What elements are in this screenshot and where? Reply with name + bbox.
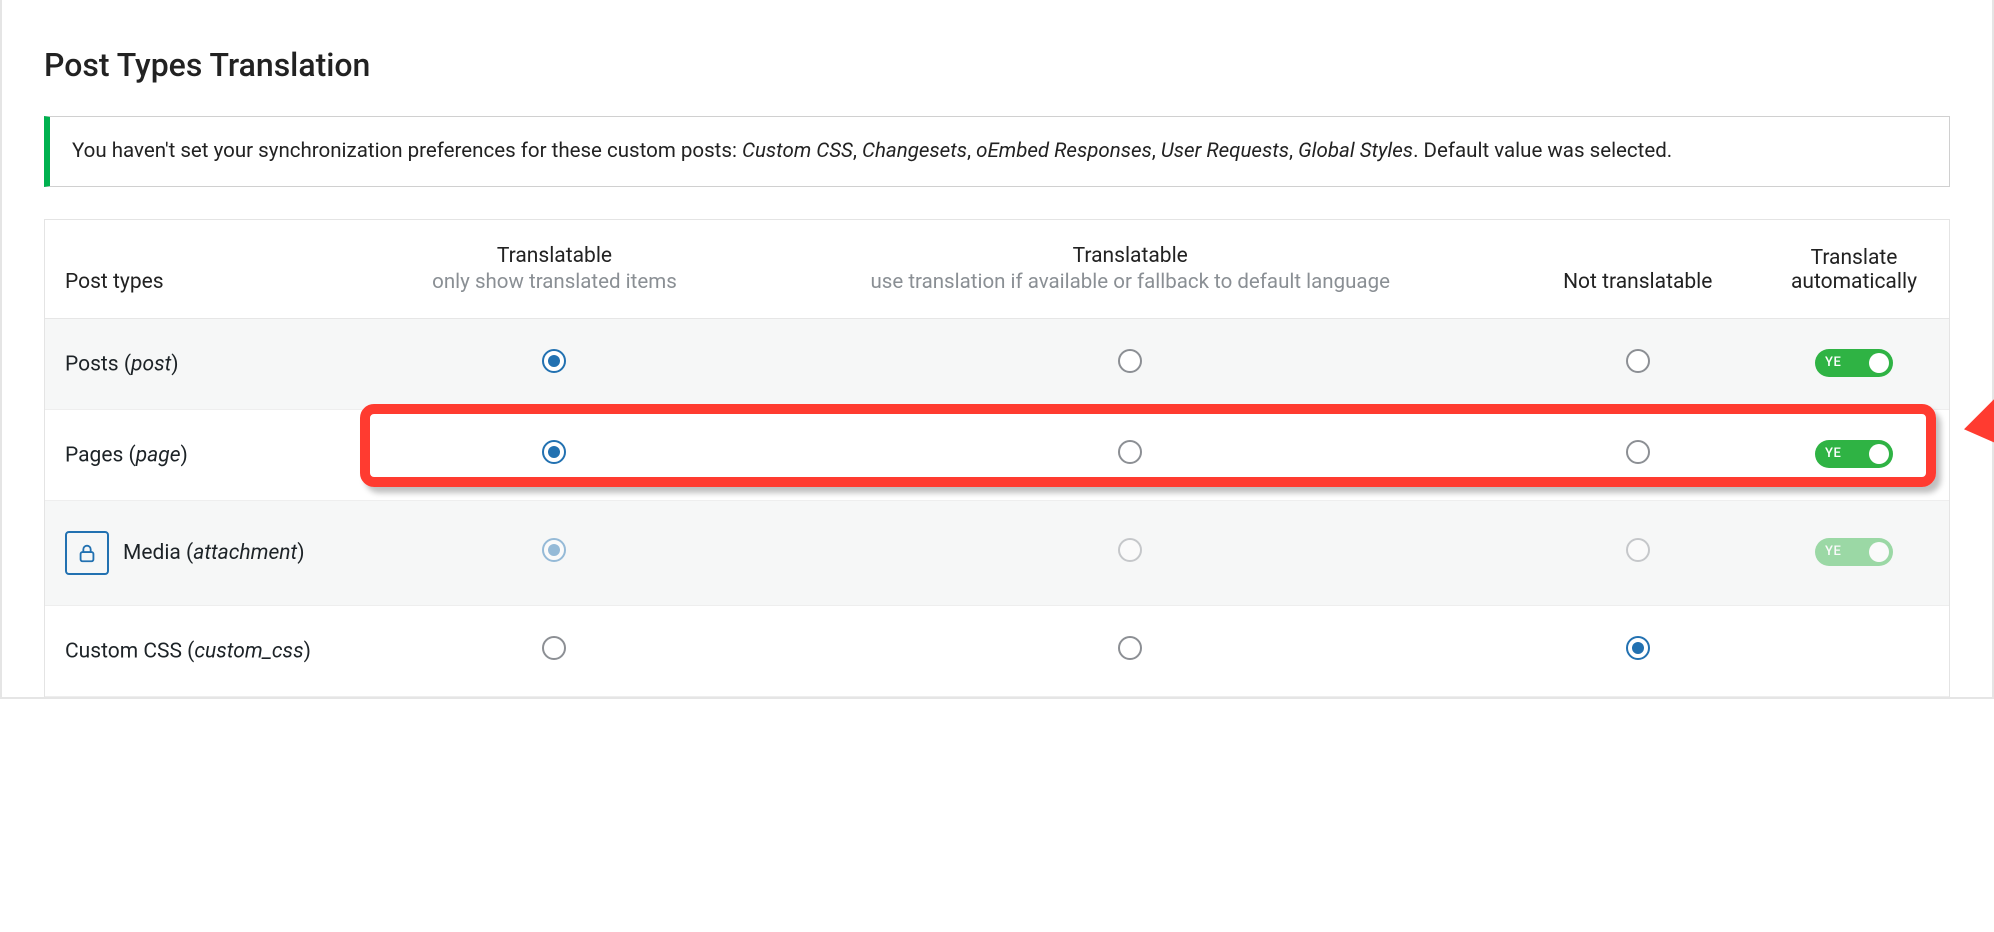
radio-cell [1517,605,1760,696]
translate-auto-toggle[interactable]: YE [1815,440,1893,468]
post-type-name-cell: Pages (page) [45,409,365,500]
radio-cell [744,500,1517,605]
toggle-knob [1869,444,1889,464]
radio-cell [1517,409,1760,500]
radio-cell [1517,318,1760,409]
notice-item: oEmbed Responses [976,139,1152,163]
radio-translatable-fallback [1118,538,1142,562]
radio-cell [365,605,744,696]
post-type-name-cell: Custom CSS (custom_css) [45,605,365,696]
table-row: Media (attachment) YE [45,500,1949,605]
radio-translatable-fallback[interactable] [1118,636,1142,660]
col-header-translatable-fallback: Translatable use translation if availabl… [744,220,1517,319]
radio-translatable-fallback[interactable] [1118,440,1142,464]
sync-preferences-notice: You haven't set your synchronization pre… [44,116,1950,187]
toggle-label: YE [1825,544,1841,559]
radio-translatable-only[interactable] [542,636,566,660]
radio-not-translatable[interactable] [1626,440,1650,464]
toggle-label: YE [1825,355,1841,370]
col-header-translatable-only: Translatable only show translated items [365,220,744,319]
toggle-cell [1759,605,1949,696]
col-header-post-types: Post types [45,220,365,319]
lock-icon[interactable] [65,531,109,575]
translate-auto-toggle: YE [1815,538,1893,566]
radio-not-translatable [1626,538,1650,562]
radio-translatable-only[interactable] [542,440,566,464]
radio-cell [744,318,1517,409]
notice-prefix: You haven't set your synchronization pre… [72,139,742,163]
post-type-label: Pages (page) [65,443,188,467]
radio-cell [365,409,744,500]
post-type-label: Custom CSS (custom_css) [65,639,311,663]
notice-suffix: . Default value was selected. [1413,139,1672,163]
toggle-label: YE [1825,446,1841,461]
post-type-label: Media (attachment) [123,541,305,565]
radio-not-translatable[interactable] [1626,636,1650,660]
radio-cell [744,605,1517,696]
radio-cell [1517,500,1760,605]
radio-cell [365,500,744,605]
toggle-cell: YE [1759,500,1949,605]
radio-not-translatable[interactable] [1626,349,1650,373]
radio-translatable-only [542,538,566,562]
radio-cell [744,409,1517,500]
col-header-translate-auto: Translate automatically [1759,220,1949,319]
notice-item: Global Styles [1298,139,1413,163]
table-row: Pages (page) YE [45,409,1949,500]
post-type-name-cell: Media (attachment) [45,500,365,605]
toggle-knob [1869,353,1889,373]
notice-item: Changesets [862,139,967,163]
post-type-label: Posts (post) [65,352,179,376]
post-types-table: Post types Translatable only show transl… [45,220,1949,697]
radio-cell [365,318,744,409]
table-row: Custom CSS (custom_css) [45,605,1949,696]
notice-item: Custom CSS [742,139,853,163]
toggle-cell: YE [1759,318,1949,409]
toggle-knob [1869,542,1889,562]
notice-item: User Requests [1161,139,1289,163]
radio-translatable-only[interactable] [542,349,566,373]
table-row: Posts (post) YE [45,318,1949,409]
translate-auto-toggle[interactable]: YE [1815,349,1893,377]
section-title: Post Types Translation [44,0,1950,116]
toggle-cell: YE [1759,409,1949,500]
radio-translatable-fallback[interactable] [1118,349,1142,373]
post-type-name-cell: Posts (post) [45,318,365,409]
col-header-not-translatable: Not translatable [1517,220,1760,319]
